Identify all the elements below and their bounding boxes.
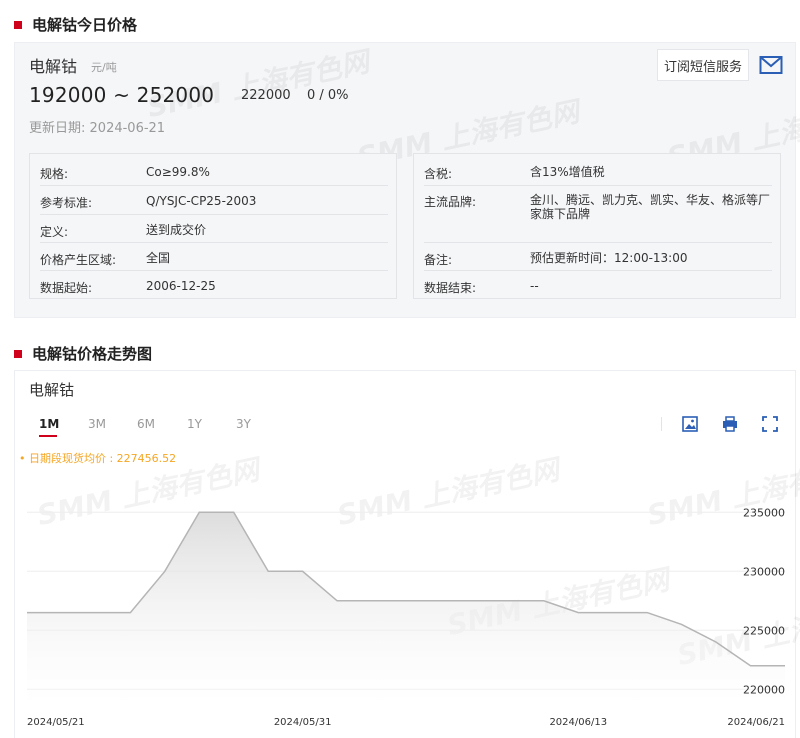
data-point[interactable] [94,611,97,614]
data-point[interactable] [439,599,442,602]
data-point[interactable] [129,611,132,614]
y-tick-label: 225000 [743,624,785,637]
x-tick-label: 2024/05/31 [274,717,332,728]
average-price: 222000 [241,88,291,103]
tax-info-box: 含税: 含13%增值税 主流品牌: 金川、腾远、凯力克、凯实、华友、格派等厂家旗… [413,153,781,299]
data-point[interactable] [163,570,166,573]
y-tick-label: 230000 [743,565,785,578]
price-range: 192000 ~ 252000 [29,83,214,107]
data-point[interactable] [60,611,63,614]
data-point[interactable] [715,641,718,644]
data-point[interactable] [749,664,752,667]
price-range-separator: ~ [113,83,131,107]
data-point[interactable] [301,570,304,573]
data-point[interactable] [473,599,476,602]
data-point[interactable] [232,511,235,514]
mail-icon[interactable] [759,55,783,75]
series-area [27,512,785,707]
data-point[interactable] [336,599,339,602]
data-point[interactable] [267,570,270,573]
section-marker [14,349,22,358]
data-point[interactable] [680,623,683,626]
data-point[interactable] [646,611,649,614]
data-point[interactable] [405,599,408,602]
data-point[interactable] [542,599,545,602]
update-date: 更新日期: 2024-06-21 [29,121,166,136]
data-point[interactable] [784,664,787,667]
spec-info-box: 规格: Co≥99.8% 参考标准: Q/YSJC-CP25-2003 定义: … [29,153,397,299]
price-low: 192000 [29,83,107,107]
y-tick-label: 220000 [743,683,785,696]
data-point[interactable] [26,611,29,614]
subscribe-sms-button[interactable]: 订阅短信服务 [657,49,749,81]
price-card: SMM 上海有色网 SMM 上海有色网 SMM 上海有色网 电解钴 元/吨 19… [14,42,800,318]
price-unit: 元/吨 [91,61,117,74]
x-tick-label: 2024/06/21 [727,717,785,728]
data-point[interactable] [611,611,614,614]
price-trend-chart: 235000 230000 225000 220000 2024/05/21 2024/0… [26,506,787,728]
product-name: 电解钴 [29,57,78,76]
trend-section-title: 电解钴价格走势图 [14,343,152,364]
price-high: 252000 [136,83,215,107]
price-section-title: 电解钴今日价格 [14,14,137,35]
price-change: 0 / 0% [307,88,349,103]
chart-card: SMM 上海有色网 SMM 上海有色网 SMM 上海有色网 SMM 上海有色网 … [14,370,800,738]
y-tick-label: 235000 [743,506,785,519]
x-tick-label: 2024/06/13 [549,717,607,728]
x-tick-label: 2024/05/21 [27,717,85,728]
section-marker [14,20,22,29]
data-point[interactable] [370,599,373,602]
data-point[interactable] [508,599,511,602]
data-point[interactable] [577,611,580,614]
data-point[interactable] [198,511,201,514]
